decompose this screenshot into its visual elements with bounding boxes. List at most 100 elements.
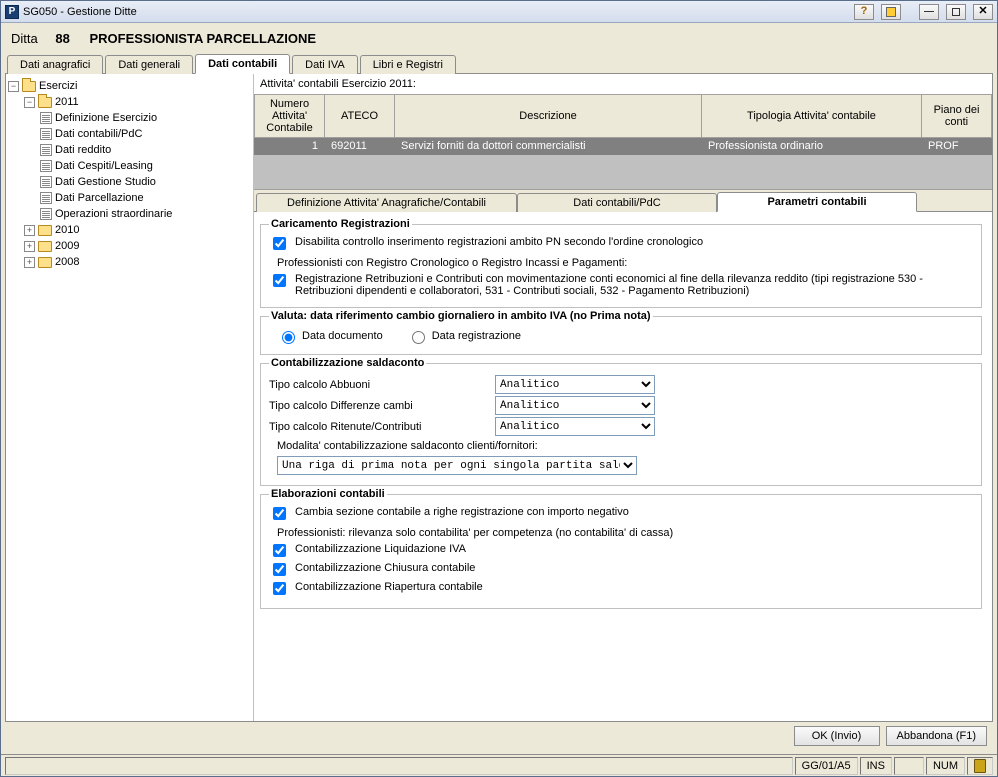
label-modalita: Modalita' contabilizzazione saldaconto c…: [277, 440, 973, 452]
tree-year-2011[interactable]: − 2011: [24, 94, 251, 110]
expand-icon[interactable]: +: [24, 241, 35, 252]
sub-tabstrip: Definizione Attivita' Anagrafiche/Contab…: [254, 190, 992, 212]
tree-root-label: Esercizi: [39, 78, 78, 94]
status-trash[interactable]: [967, 757, 993, 775]
col-numero[interactable]: Numero Attivita' Contabile: [255, 95, 325, 138]
subtab-parametri-contabili[interactable]: Parametri contabili: [717, 192, 917, 212]
radio-data-documento-wrap[interactable]: Data documento: [277, 328, 383, 344]
label-cambia-sezione: Cambia sezione contabile a righe registr…: [295, 506, 629, 518]
parametri-form: Caricamento Registrazioni Disabilita con…: [254, 212, 992, 721]
group-caricamento: Caricamento Registrazioni Disabilita con…: [260, 218, 982, 308]
tree-item-reddito[interactable]: Dati reddito: [40, 142, 251, 158]
document-icon: [40, 192, 52, 204]
select-differenze[interactable]: Analitico: [495, 396, 655, 415]
status-date: GG/01/A5: [795, 757, 858, 775]
checkbox-disabilita-controllo[interactable]: [273, 237, 286, 250]
subtab-definizione[interactable]: Definizione Attivita' Anagrafiche/Contab…: [256, 193, 517, 212]
radio-data-registrazione-wrap[interactable]: Data registrazione: [407, 328, 521, 344]
document-icon: [40, 160, 52, 172]
label-differenze: Tipo calcolo Differenze cambi: [269, 400, 489, 412]
legend-saldaconto: Contabilizzazione saldaconto: [269, 357, 426, 369]
label-ritenute: Tipo calcolo Ritenute/Contributi: [269, 421, 489, 433]
button-bar: OK (Invio) Abbandona (F1): [5, 722, 993, 750]
document-icon: [40, 208, 52, 220]
folder-icon: [38, 225, 52, 236]
question-icon: ?: [861, 6, 868, 17]
collapse-icon[interactable]: −: [8, 81, 19, 92]
tab-dati-iva[interactable]: Dati IVA: [292, 55, 358, 74]
status-bar: GG/01/A5 INS NUM: [1, 754, 997, 776]
select-modalita[interactable]: Una riga di prima nota per ogni singola …: [277, 456, 637, 475]
tree-item-studio[interactable]: Dati Gestione Studio: [40, 174, 251, 190]
group-elaborazioni: Elaborazioni contabili Cambia sezione co…: [260, 488, 982, 609]
tree-year-2009[interactable]: +2009: [24, 238, 251, 254]
col-ateco[interactable]: ATECO: [325, 95, 395, 138]
label-prof-registro-intro: Professionisti con Registro Cronologico …: [277, 257, 973, 269]
tab-libri-registri[interactable]: Libri e Registri: [360, 55, 456, 74]
select-ritenute[interactable]: Analitico: [495, 417, 655, 436]
collapse-icon[interactable]: −: [24, 97, 35, 108]
label-chiusura: Contabilizzazione Chiusura contabile: [295, 562, 475, 574]
tree-item-def-esercizio[interactable]: Definizione Esercizio: [40, 110, 251, 126]
radio-data-documento[interactable]: [282, 331, 295, 344]
close-icon: ✕: [978, 6, 987, 17]
checkbox-cambia-sezione[interactable]: [273, 507, 286, 520]
window-title: SG050 - Gestione Ditte: [23, 6, 137, 18]
label-data-registrazione: Data registrazione: [432, 330, 521, 342]
cell-tipologia: Professionista ordinario: [702, 138, 922, 155]
document-icon: [40, 176, 52, 188]
pin-button[interactable]: [881, 4, 901, 20]
tree-item-straordinarie[interactable]: Operazioni straordinarie: [40, 206, 251, 222]
subtab-dati-contabili-pdc[interactable]: Dati contabili/PdC: [517, 193, 717, 212]
checkbox-liquidazione-iva[interactable]: [273, 544, 286, 557]
document-icon: [40, 144, 52, 156]
col-piano[interactable]: Piano dei conti: [922, 95, 992, 138]
label-abbuoni: Tipo calcolo Abbuoni: [269, 379, 489, 391]
status-message: [5, 757, 793, 775]
col-descrizione[interactable]: Descrizione: [395, 95, 702, 138]
trash-icon: [974, 759, 986, 773]
tab-dati-anagrafici[interactable]: Dati anagrafici: [7, 55, 103, 74]
tree-year-2008[interactable]: +2008: [24, 254, 251, 270]
attivita-grid[interactable]: Numero Attivita' Contabile ATECO Descriz…: [254, 94, 992, 190]
checkbox-riapertura[interactable]: [273, 582, 286, 595]
grid-title: Attivita' contabili Esercizio 2011:: [254, 74, 992, 94]
app-icon: P: [5, 5, 19, 19]
tab-dati-generali[interactable]: Dati generali: [105, 55, 193, 74]
expand-icon[interactable]: +: [24, 257, 35, 268]
select-abbuoni[interactable]: Analitico: [495, 375, 655, 394]
minimize-button[interactable]: [919, 4, 939, 20]
col-tipologia[interactable]: Tipologia Attivita' contabile: [702, 95, 922, 138]
tree-item-contabili-pdc[interactable]: Dati contabili/PdC: [40, 126, 251, 142]
maximize-button[interactable]: [946, 4, 966, 20]
ok-button[interactable]: OK (Invio): [794, 726, 880, 746]
group-valuta: Valuta: data riferimento cambio giornali…: [260, 310, 982, 355]
group-saldaconto: Contabilizzazione saldaconto Tipo calcol…: [260, 357, 982, 486]
tree-item-cespiti[interactable]: Dati Cespiti/Leasing: [40, 158, 251, 174]
pin-icon: [886, 7, 896, 17]
checkbox-chiusura[interactable]: [273, 563, 286, 576]
legend-valuta: Valuta: data riferimento cambio giornali…: [269, 310, 653, 322]
legend-caricamento: Caricamento Registrazioni: [269, 218, 412, 230]
tab-dati-contabili[interactable]: Dati contabili: [195, 54, 290, 74]
tree-root[interactable]: − Esercizi: [8, 78, 251, 94]
cell-numero: 1: [255, 138, 325, 155]
header-name: PROFESSIONISTA PARCELLAZIONE: [89, 31, 316, 46]
tree-year-2010[interactable]: +2010: [24, 222, 251, 238]
expand-icon[interactable]: +: [24, 225, 35, 236]
esercizi-tree[interactable]: − Esercizi − 2011: [6, 74, 254, 721]
checkbox-retribuzioni[interactable]: [273, 274, 286, 287]
label-liquidazione-iva: Contabilizzazione Liquidazione IVA: [295, 543, 466, 555]
table-row[interactable]: 1 692011 Servizi forniti da dottori comm…: [255, 138, 992, 155]
help-button[interactable]: ?: [854, 4, 874, 20]
folder-icon: [38, 257, 52, 268]
radio-data-registrazione[interactable]: [412, 331, 425, 344]
label-retribuzioni: Registrazione Retribuzioni e Contributi …: [295, 273, 955, 297]
tree-item-parcellazione[interactable]: Dati Parcellazione: [40, 190, 251, 206]
page-header: Ditta 88 PROFESSIONISTA PARCELLAZIONE: [5, 27, 993, 50]
abbandona-button[interactable]: Abbandona (F1): [886, 726, 988, 746]
folder-icon: [38, 241, 52, 252]
close-button[interactable]: ✕: [973, 4, 993, 20]
cell-ateco: 692011: [325, 138, 395, 155]
document-icon: [40, 112, 52, 124]
